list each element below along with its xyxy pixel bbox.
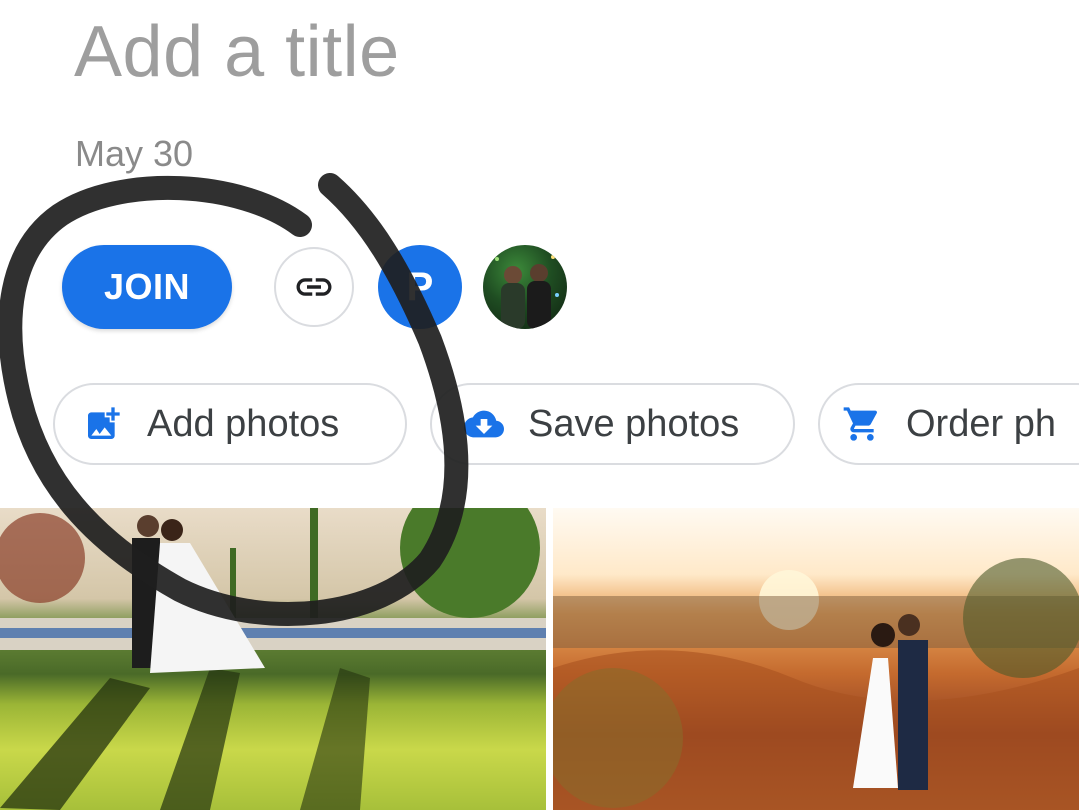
add-photos-label: Add photos [147,402,340,445]
order-photos-button[interactable]: Order ph [818,383,1079,465]
member-avatar-photo[interactable] [483,245,567,329]
album-title[interactable]: Add a title [74,16,400,88]
add-photo-icon [81,402,125,446]
avatar-image [495,255,559,329]
photo-wedding-lawn [0,508,546,810]
add-photos-button[interactable]: Add photos [53,383,407,465]
save-photos-button[interactable]: Save photos [430,383,795,465]
order-photos-label: Order ph [906,402,1056,445]
join-button[interactable]: JOIN [62,245,232,329]
member-avatar[interactable]: P [378,245,462,329]
photo-thumbnail[interactable] [0,508,546,810]
shopping-cart-icon [840,402,884,446]
photo-wedding-sunset [553,558,1079,810]
cloud-download-icon [462,402,506,446]
save-photos-label: Save photos [528,402,740,445]
link-icon [296,278,332,296]
photo-thumbnail[interactable] [553,508,1079,810]
share-link-button[interactable] [274,247,354,327]
album-date: May 30 [75,133,194,174]
